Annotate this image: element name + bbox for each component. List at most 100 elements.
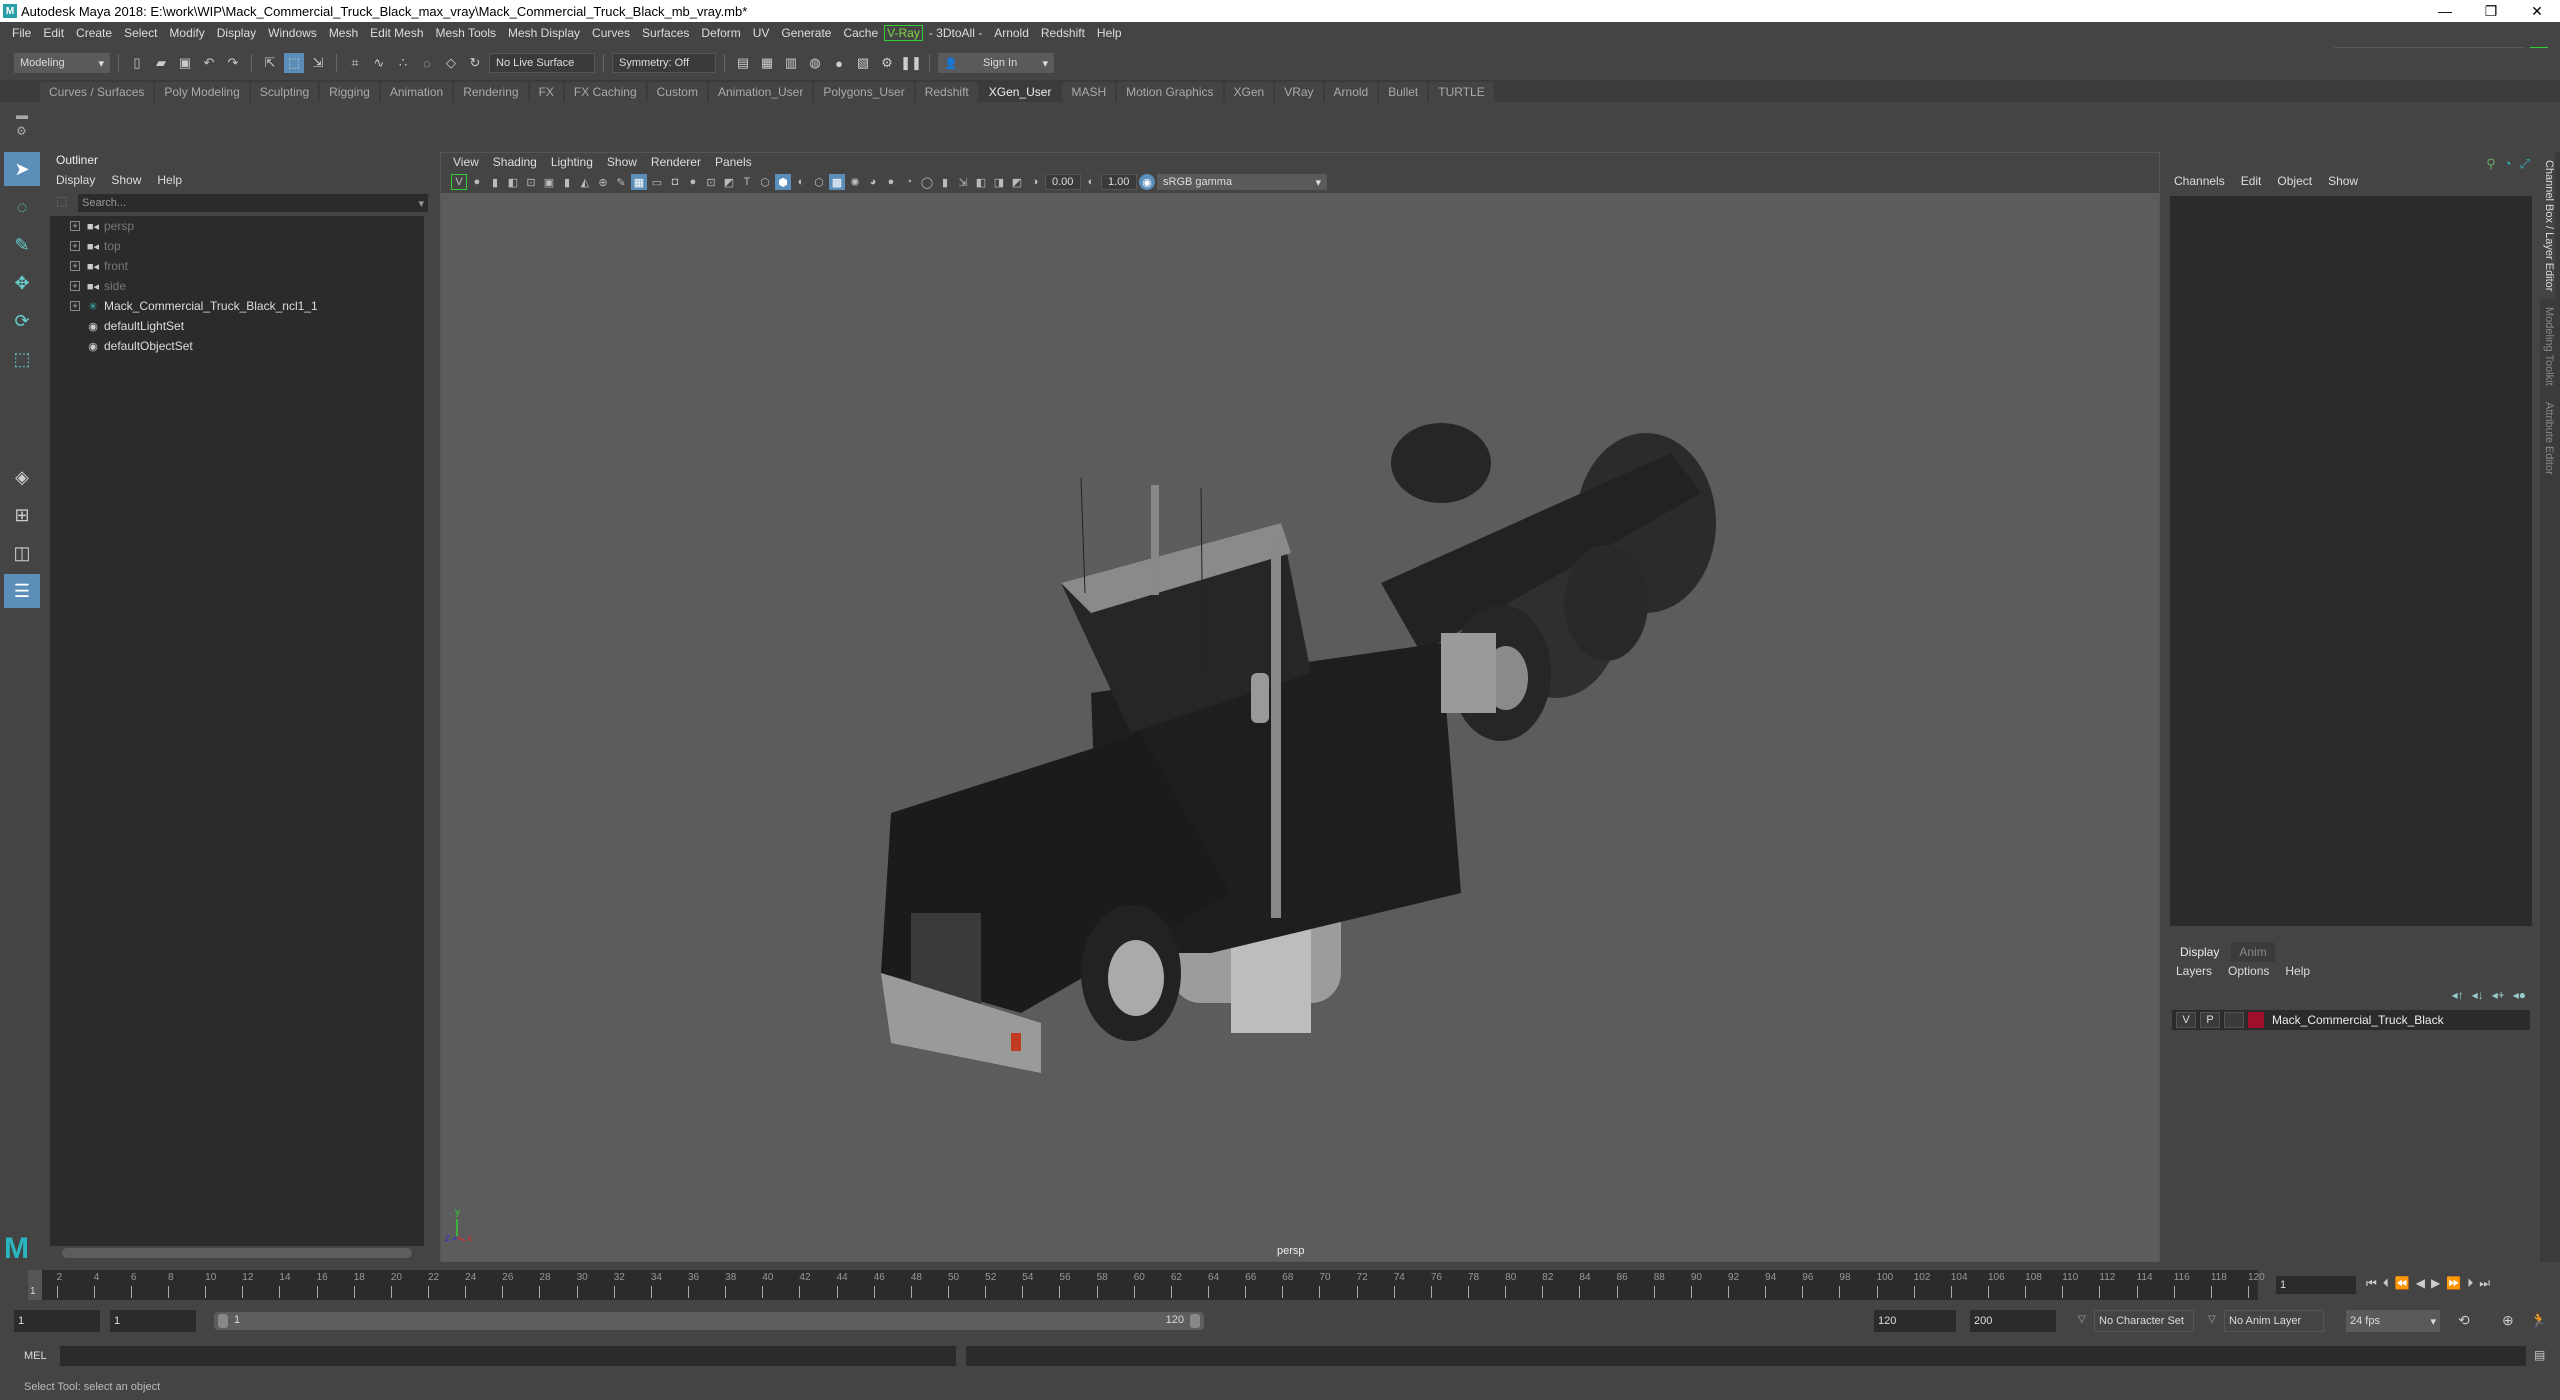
new-layer-selected-icon[interactable]: ◂● — [2513, 988, 2526, 1002]
select-hierarchy-icon[interactable]: ⇱ — [260, 53, 280, 73]
tab-anim[interactable]: Anim — [2231, 942, 2275, 962]
exposure-icon[interactable]: ◑ — [1027, 174, 1043, 190]
layer-display-type-toggle[interactable] — [2224, 1012, 2244, 1028]
undo-icon[interactable]: ↶ — [199, 53, 219, 73]
select-object-icon[interactable]: ⬚ — [284, 53, 304, 73]
anim-layer-dropdown[interactable]: No Anim Layer — [2224, 1310, 2324, 1332]
shelf-tab-mash[interactable]: MASH — [1062, 82, 1116, 102]
snap-rotate-icon[interactable]: ↻ — [465, 53, 485, 73]
smooth-shade-icon[interactable]: ⬢ — [775, 174, 791, 190]
menu-cache[interactable]: Cache — [837, 26, 884, 40]
viewport-menu-lighting[interactable]: Lighting — [551, 155, 593, 169]
tab-display[interactable]: Display — [2172, 942, 2228, 962]
paint-select-tool-icon[interactable]: ✎ — [4, 228, 40, 262]
filter-icon[interactable]: ⬚ — [56, 194, 67, 208]
menu-select[interactable]: Select — [118, 26, 163, 40]
menu-mesh-display[interactable]: Mesh Display — [502, 26, 586, 40]
manipulator-icon[interactable]: ⚲ — [2486, 156, 2496, 172]
redo-icon[interactable]: ↷ — [223, 53, 243, 73]
menu-3dtoall[interactable]: - 3DtoAll - — [923, 26, 988, 40]
motion-blur-icon[interactable]: ◔ — [901, 174, 917, 190]
outliner-tab[interactable]: Outliner — [48, 150, 107, 170]
outliner-layout-icon[interactable]: ☰ — [4, 574, 40, 608]
expand-icon[interactable]: + — [70, 301, 80, 311]
gamma-field[interactable]: 1.00 — [1101, 174, 1137, 190]
viewport-menu-show[interactable]: Show — [607, 155, 637, 169]
select-camera-icon[interactable]: ◧ — [505, 174, 521, 190]
2d-pan-zoom-icon[interactable]: ⊕ — [595, 174, 611, 190]
minimize-button[interactable]: — — [2422, 0, 2468, 22]
playback-end-field[interactable]: 120 — [1874, 1310, 1956, 1332]
shelf-tab-animation-user[interactable]: Animation_User — [708, 82, 813, 102]
layer-row[interactable]: V P Mack_Commercial_Truck_Black — [2172, 1010, 2530, 1030]
bookmark-icon[interactable]: ▮ — [487, 174, 503, 190]
safe-title-icon[interactable]: T — [739, 174, 755, 190]
shelf-tab-fx[interactable]: FX — [529, 82, 563, 102]
render-settings-icon[interactable]: ▤ — [733, 53, 753, 73]
shelf-tab-poly-modeling[interactable]: Poly Modeling — [155, 82, 249, 102]
menu-edit[interactable]: Edit — [37, 26, 70, 40]
shelf-tab-animation[interactable]: Animation — [380, 82, 453, 102]
tab-modeling-toolkit[interactable]: Modeling Toolkit — [2540, 299, 2555, 394]
end-time-field[interactable]: 200 — [1970, 1310, 2056, 1332]
animation-preferences-icon[interactable]: 🏃 — [2530, 1312, 2547, 1329]
command-input[interactable] — [60, 1346, 956, 1366]
ipr-render-icon[interactable]: ▥ — [781, 53, 801, 73]
render-setup-icon[interactable]: ▧ — [853, 53, 873, 73]
loop-icon[interactable]: ⟲ — [2458, 1312, 2470, 1329]
play-backwards-icon[interactable]: ◀ — [2416, 1276, 2425, 1291]
hypershade-icon[interactable]: ● — [829, 53, 849, 73]
go-to-end-icon[interactable]: ⏭ — [2479, 1276, 2490, 1291]
viewport-menu-renderer[interactable]: Renderer — [651, 155, 701, 169]
symmetry-field[interactable]: Symmetry: Off — [612, 53, 716, 73]
single-perspective-layout-icon[interactable]: ◈ — [4, 460, 40, 494]
menu-mesh[interactable]: Mesh — [323, 26, 364, 40]
step-forward-frame-icon[interactable]: ⏵ — [2467, 1276, 2473, 1291]
layer-help-menu[interactable]: Help — [2285, 964, 2310, 978]
scale-tool-icon[interactable]: ⬚ — [4, 342, 40, 376]
outliner-item[interactable]: + ✳ Mack_Commercial_Truck_Black_ncl1_1 — [50, 296, 430, 316]
shelf-tab-rigging[interactable]: Rigging — [320, 82, 379, 102]
expand-icon[interactable]: + — [70, 221, 80, 231]
layer-playback-toggle[interactable]: P — [2200, 1012, 2220, 1028]
menu-file[interactable]: File — [6, 26, 37, 40]
3d-scene-view[interactable]: y x z persp — [441, 193, 2159, 1261]
open-scene-icon[interactable]: ▰ — [151, 53, 171, 73]
live-surface-field[interactable]: No Live Surface — [489, 53, 595, 73]
viewport-menu-shading[interactable]: Shading — [493, 155, 537, 169]
new-empty-layer-icon[interactable]: ◂+ — [2492, 988, 2505, 1002]
move-layer-up-icon[interactable]: ◂↑ — [2452, 988, 2464, 1002]
menu-arnold[interactable]: Arnold — [988, 26, 1035, 40]
script-editor-icon[interactable]: ▤ — [2534, 1348, 2545, 1362]
outliner-menu-help[interactable]: Help — [157, 173, 182, 187]
outliner-search-input[interactable]: Search... ▾ — [78, 194, 428, 212]
ambient-occlusion-icon[interactable]: ● — [883, 174, 899, 190]
shelf-tab-redshift[interactable]: Redshift — [915, 82, 978, 102]
time-ticks[interactable]: 1 2 4 6 8 10 12 14 16 18 20 22 24 26 28 30 32 34 36 38 40 42… — [28, 1270, 2265, 1300]
menu-deform[interactable]: Deform — [695, 26, 746, 40]
select-component-icon[interactable]: ⇲ — [308, 53, 328, 73]
outliner-item[interactable]: + ■◂ persp — [50, 216, 430, 236]
menu-windows[interactable]: Windows — [262, 26, 323, 40]
play-forwards-icon[interactable]: ▶ — [2431, 1276, 2440, 1291]
four-view-layout-icon[interactable]: ⊞ — [4, 498, 40, 532]
tab-channel-box-layer-editor[interactable]: Channel Box / Layer Editor — [2540, 152, 2555, 300]
shelf-tab-xgen[interactable]: XGen — [1224, 82, 1274, 102]
snap-view-plane-icon[interactable]: ◌ — [417, 53, 437, 73]
step-back-frame-icon[interactable]: ⏴ — [2383, 1276, 2389, 1291]
wireframe-on-shaded-icon[interactable]: ⬡ — [811, 174, 827, 190]
render-view-icon[interactable]: ◍ — [805, 53, 825, 73]
exposure-field[interactable]: 0.00 — [1045, 174, 1081, 190]
shelf-tab-arnold[interactable]: Arnold — [1324, 82, 1378, 102]
image-plane-icon[interactable]: ◭ — [577, 174, 593, 190]
outliner-item[interactable]: + ■◂ top — [50, 236, 430, 256]
color-space-dropdown[interactable]: sRGB gamma ▾ — [1157, 174, 1327, 190]
menu-help[interactable]: Help — [1091, 26, 1128, 40]
viewport-menu-panels[interactable]: Panels — [715, 155, 752, 169]
menu-create[interactable]: Create — [70, 26, 118, 40]
range-start-handle[interactable] — [218, 1314, 228, 1328]
depth-of-field-icon[interactable]: ▮ — [937, 174, 953, 190]
options-menu[interactable]: Options — [2228, 964, 2269, 978]
menu-display[interactable]: Display — [211, 26, 262, 40]
chevron-down-icon[interactable]: ▽ — [2208, 1314, 2216, 1325]
